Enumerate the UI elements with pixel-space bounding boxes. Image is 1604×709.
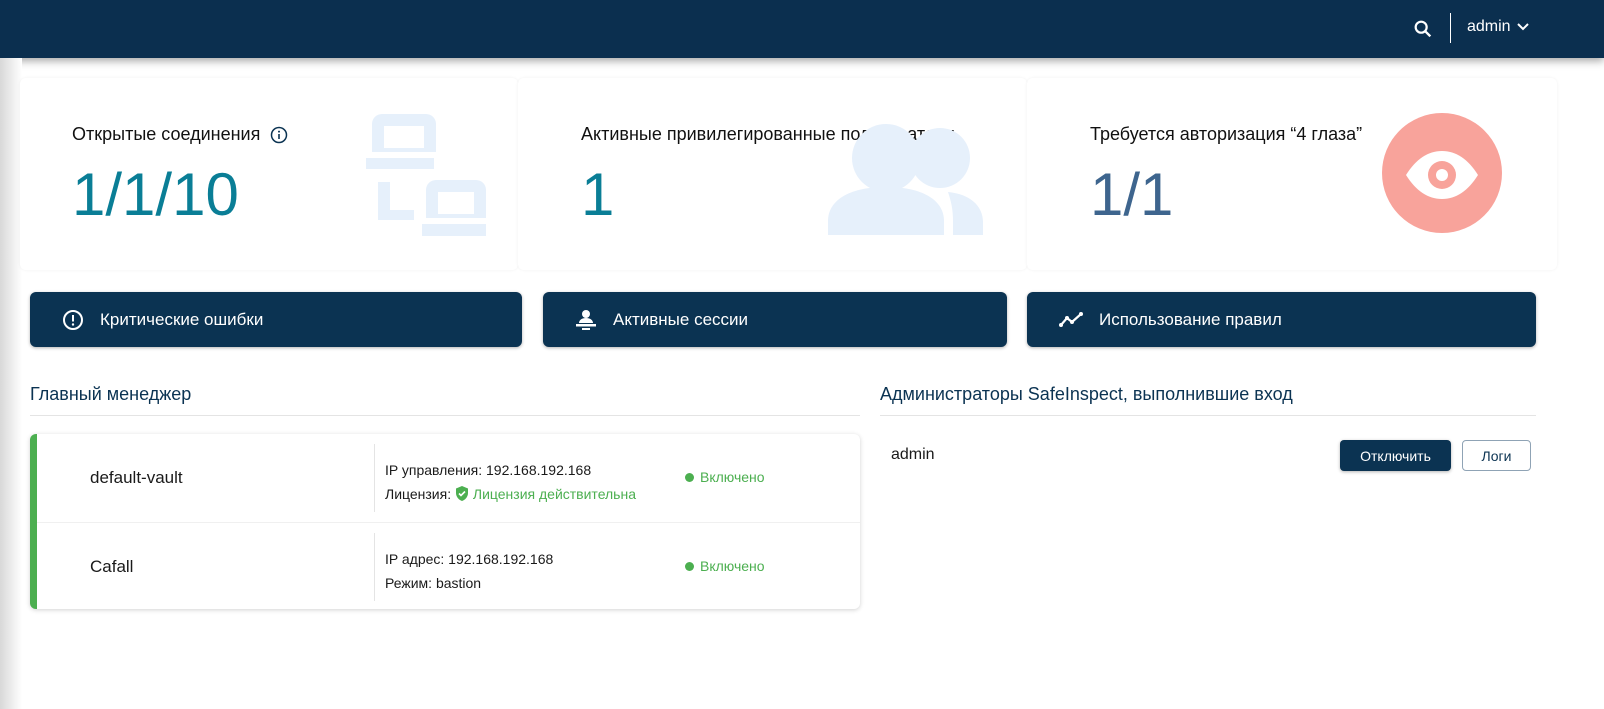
- card-title: Требуется авторизация “4 глаза”: [1090, 124, 1363, 144]
- user-name: admin: [1467, 18, 1511, 35]
- users-icon: [828, 124, 983, 235]
- status-text: Включено: [700, 558, 765, 574]
- shield-check-icon: [456, 486, 468, 501]
- user-menu[interactable]: admin: [1467, 18, 1529, 36]
- status-text: Включено: [700, 469, 765, 485]
- admin-name: admin: [891, 446, 935, 463]
- card-title: Открытые соединения: [72, 124, 261, 144]
- status-badge: Включено: [685, 469, 765, 485]
- manager-ip: IP адрес: 192.168.192.168: [385, 551, 554, 567]
- active-sessions-button[interactable]: Активные сессии: [543, 292, 1007, 347]
- info-icon[interactable]: [270, 126, 288, 144]
- manager-name: default-vault: [90, 468, 183, 487]
- status-dot-icon: [685, 561, 694, 571]
- card-value: 1/1/10: [72, 161, 239, 228]
- manager-ip: IP управления: 192.168.192.168: [385, 462, 592, 478]
- critical-errors-button[interactable]: Критические ошибки: [30, 292, 522, 347]
- list-item[interactable]: Cafall IP адрес: 192.168.192.168 Режим: …: [37, 522, 860, 609]
- button-label: Критические ошибки: [100, 309, 264, 329]
- manager-list: default-vault IP управления: 192.168.192…: [30, 434, 860, 609]
- status-badge: Включено: [685, 558, 765, 574]
- trend-line-icon: [1059, 311, 1083, 327]
- network-icon: [366, 114, 486, 236]
- list-item[interactable]: default-vault IP управления: 192.168.192…: [37, 434, 860, 522]
- manager-name: Cafall: [90, 557, 134, 576]
- alert-circle-icon: [63, 309, 83, 330]
- card-open-connections: Открытые соединения 1/1/10: [20, 78, 518, 270]
- main-manager-title: Главный менеджер: [30, 384, 860, 416]
- button-label: Использование правил: [1099, 309, 1282, 329]
- top-bar: admin: [0, 0, 1604, 58]
- card-value: 1/1: [1090, 161, 1174, 228]
- logs-button[interactable]: Логи: [1462, 440, 1531, 471]
- eye-icon: [1382, 113, 1502, 233]
- button-label: Активные сессии: [613, 309, 749, 329]
- divider: [1450, 13, 1451, 43]
- license-status: Лицензия действительна: [472, 486, 636, 502]
- search-icon[interactable]: [1412, 18, 1434, 40]
- card-privileged-users: Активные привилегированные пользователи …: [518, 78, 1027, 270]
- divider: [374, 444, 375, 512]
- status-dot-icon: [685, 472, 694, 482]
- session-user-icon: [576, 309, 596, 330]
- disconnect-button[interactable]: Отключить: [1340, 440, 1451, 471]
- divider: [374, 533, 375, 601]
- license-label: Лицензия:: [385, 486, 452, 502]
- admins-title: Администраторы SafeInspect, выполнившие …: [880, 384, 1536, 416]
- rules-usage-button[interactable]: Использование правил: [1027, 292, 1536, 347]
- chevron-down-icon: [1516, 23, 1529, 31]
- drawer-shadow: [0, 58, 22, 709]
- card-value: 1: [581, 161, 615, 228]
- manager-mode: Режим: bastion: [385, 575, 482, 591]
- card-four-eyes: Требуется авторизация “4 глаза” 1/1: [1027, 78, 1557, 270]
